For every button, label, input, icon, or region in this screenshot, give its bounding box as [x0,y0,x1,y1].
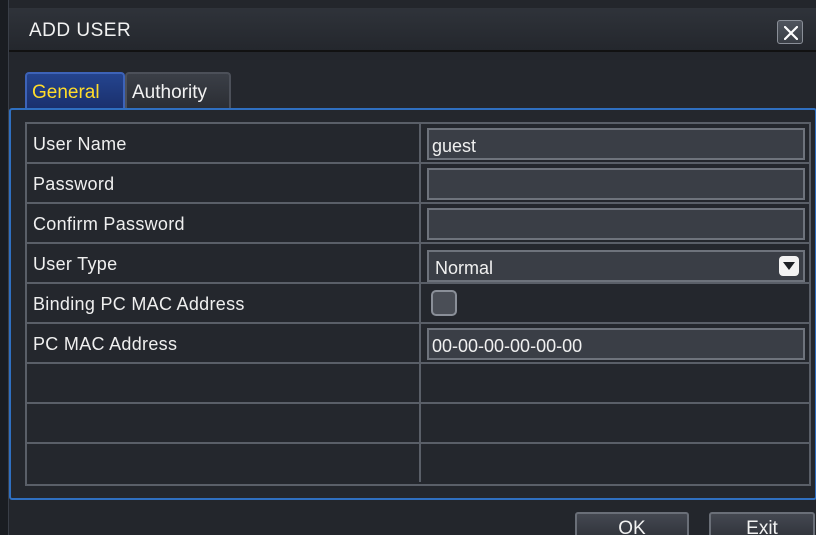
form-row-pc-mac: PC MAC Address 00-00-00-00-00-00 [27,324,809,364]
close-icon [784,26,798,40]
form-row-empty [27,444,809,484]
form-row-user-name: User Name guest [27,124,809,164]
pc-mac-label: PC MAC Address [27,324,421,362]
pc-mac-input[interactable]: 00-00-00-00-00-00 [427,328,805,360]
form-row-user-type: User Type Normal [27,244,809,284]
pc-mac-cell: 00-00-00-00-00-00 [423,324,809,362]
empty-label-cell [27,404,421,442]
password-label: Password [27,164,421,202]
tab-general-label: General [32,82,100,103]
user-form-grid: User Name guest Password Confirm Passwor… [25,122,811,486]
dialog-title: ADD USER [29,20,132,41]
user-name-input[interactable]: guest [427,128,805,160]
form-row-password: Password [27,164,809,204]
tab-authority[interactable]: Authority [125,72,231,110]
user-name-cell: guest [423,124,809,162]
chevron-down-icon [783,262,795,270]
form-row-confirm-password: Confirm Password [27,204,809,244]
user-type-select[interactable]: Normal [427,250,805,282]
binding-mac-checkbox[interactable] [431,290,457,316]
password-cell [423,164,809,202]
form-row-binding-mac: Binding PC MAC Address [27,284,809,324]
user-name-label: User Name [27,124,421,162]
confirm-password-cell [423,204,809,242]
dropdown-button[interactable] [779,256,799,276]
tab-strip: General Authority [9,60,816,110]
empty-label-cell [27,444,421,482]
general-panel: User Name guest Password Confirm Passwor… [9,108,816,500]
form-row-empty [27,404,809,444]
ok-button[interactable]: OK [575,512,689,535]
confirm-password-input[interactable] [427,208,805,240]
exit-button[interactable]: Exit [709,512,815,535]
empty-value-cell [423,404,809,442]
password-input[interactable] [427,168,805,200]
add-user-dialog: ADD USER General Authority User Name gue… [8,0,816,535]
user-type-cell: Normal [423,244,809,282]
title-bar: ADD USER [9,8,816,52]
tab-general[interactable]: General [25,72,125,110]
user-type-label: User Type [27,244,421,282]
binding-mac-cell [423,284,809,322]
tab-authority-label: Authority [132,82,207,103]
binding-mac-label: Binding PC MAC Address [27,284,421,322]
empty-value-cell [423,444,809,482]
empty-label-cell [27,364,421,402]
empty-value-cell [423,364,809,402]
confirm-password-label: Confirm Password [27,204,421,242]
close-button[interactable] [777,20,803,44]
user-type-value: Normal [435,258,494,278]
form-row-empty [27,364,809,404]
